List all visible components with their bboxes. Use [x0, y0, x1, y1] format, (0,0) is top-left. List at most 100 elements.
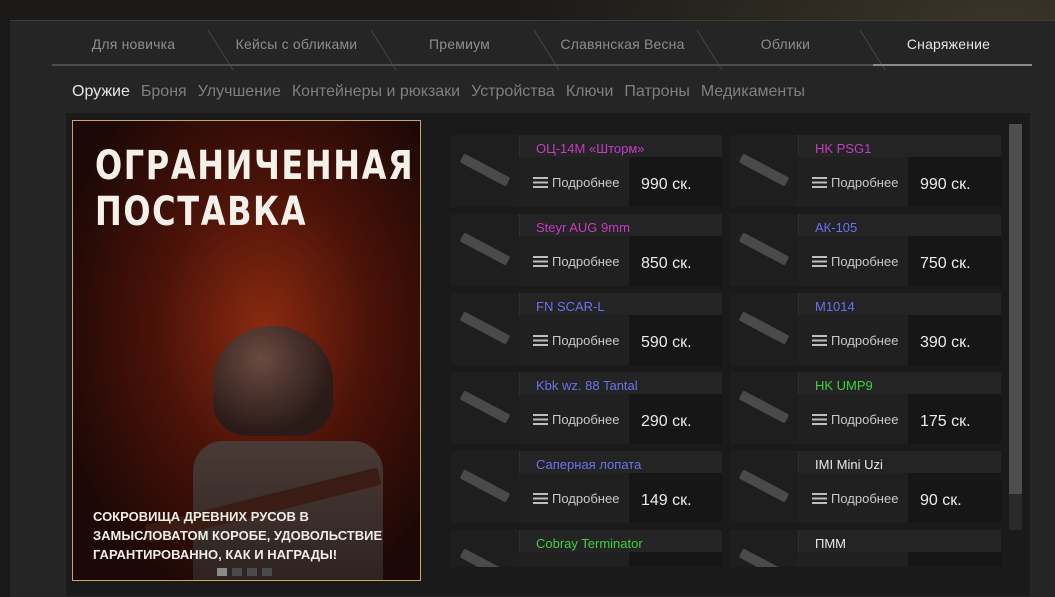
soldier-helmet-art	[213, 326, 333, 436]
item-thumbnail	[451, 214, 520, 286]
subcat-containers[interactable]: Контейнеры и рюкзаки	[292, 83, 460, 101]
subcat-weapons[interactable]: Оружие	[72, 83, 130, 101]
item-price: 750 ск.	[920, 255, 971, 272]
tab-label: Для новичка	[91, 36, 176, 52]
item-price: 990 ск.	[641, 176, 692, 193]
weapon-icon	[459, 232, 511, 266]
subcat-armor[interactable]: Броня	[141, 83, 187, 101]
carousel-dot[interactable]	[232, 568, 242, 576]
tab-premium[interactable]: Премиум	[378, 22, 541, 66]
item-card[interactable]: ОЦ-14М «Шторм» Подробнее 990 ск.	[451, 135, 722, 207]
menu-icon	[812, 493, 827, 504]
details-label: Подробнее	[831, 333, 899, 348]
details-label: Подробнее	[552, 254, 620, 269]
scrollbar-thumb[interactable]	[1009, 124, 1022, 494]
item-name: HK UMP9	[815, 378, 873, 393]
details-button[interactable]: Подробнее	[812, 175, 898, 190]
menu-icon	[812, 414, 827, 425]
details-button[interactable]: Подробнее	[533, 254, 619, 269]
item-card[interactable]: HK PSG1 Подробнее 990 ск.	[730, 135, 1001, 207]
item-name: АК-105	[815, 220, 858, 235]
item-name: M1014	[815, 299, 855, 314]
promo-title-line: ОГРАНИЧЕННАЯ	[95, 143, 415, 189]
item-thumbnail	[451, 135, 520, 207]
tab-slavic-spring[interactable]: Славянская Весна	[541, 22, 704, 66]
details-label: Подробнее	[552, 412, 620, 427]
details-area	[798, 552, 908, 567]
menu-icon	[533, 177, 548, 188]
details-label: Подробнее	[831, 175, 899, 190]
weapon-icon	[459, 390, 511, 424]
subcat-upgrade[interactable]: Улучшение	[198, 83, 281, 101]
item-card[interactable]: ПММПодробнее	[730, 530, 1001, 567]
tab-skins[interactable]: Облики	[704, 22, 867, 66]
tab-label: Славянская Весна	[560, 36, 685, 52]
details-button[interactable]: Подробнее	[533, 175, 619, 190]
price-box	[629, 552, 722, 567]
promo-banner[interactable]: ОГРАНИЧЕННАЯ ПОСТАВКА СОКРОВИЩА ДРЕВНИХ …	[72, 120, 421, 581]
item-card[interactable]: Саперная лопата Подробнее 149 ск.	[451, 451, 722, 523]
weapon-icon	[738, 469, 790, 503]
item-name: IMI Mini Uzi	[815, 457, 883, 472]
weapon-icon	[738, 548, 790, 567]
carousel-dot[interactable]	[247, 568, 257, 576]
carousel-dot[interactable]	[262, 568, 272, 576]
item-card[interactable]: FN SCAR-L Подробнее 590 ск.	[451, 293, 722, 365]
price-box	[908, 552, 1001, 567]
tab-newbie[interactable]: Для новичка	[52, 22, 215, 66]
item-card[interactable]: HK UMP9 Подробнее 175 ск.	[730, 372, 1001, 444]
menu-icon	[533, 335, 548, 346]
item-name: Steyr AUG 9mm	[536, 220, 630, 235]
weapon-icon	[738, 311, 790, 345]
details-button[interactable]: Подробнее	[812, 412, 898, 427]
active-tab-indicator	[873, 64, 1032, 66]
menu-icon	[812, 177, 827, 188]
details-label: Подробнее	[831, 491, 899, 506]
details-button[interactable]: Подробнее	[812, 333, 898, 348]
item-thumbnail	[730, 372, 799, 444]
item-card[interactable]: IMI Mini Uzi Подробнее 90 ск.	[730, 451, 1001, 523]
item-thumbnail	[730, 214, 799, 286]
item-card[interactable]: Kbk wz. 88 Tantal Подробнее 290 ск.	[451, 372, 722, 444]
carousel-dot[interactable]	[217, 568, 227, 576]
details-label: Подробнее	[831, 254, 899, 269]
weapon-icon	[459, 311, 511, 345]
item-card[interactable]: M1014 Подробнее 390 ск.	[730, 293, 1001, 365]
item-thumbnail	[451, 293, 520, 365]
weapon-icon	[459, 469, 511, 503]
item-name: ОЦ-14М «Шторм»	[536, 141, 645, 156]
item-price: 390 ск.	[920, 334, 971, 351]
promo-title: ОГРАНИЧЕННАЯ ПОСТАВКА	[95, 143, 415, 235]
item-card[interactable]: Cobray TerminatorПодробнее	[451, 530, 722, 567]
menu-icon	[533, 414, 548, 425]
subcat-medkits[interactable]: Медикаменты	[701, 83, 805, 101]
subcat-keys[interactable]: Ключи	[566, 83, 614, 101]
details-button[interactable]: Подробнее	[533, 333, 619, 348]
tab-equipment[interactable]: Снаряжение	[867, 22, 1030, 66]
item-name: ПММ	[815, 536, 847, 551]
item-price: 990 ск.	[920, 176, 971, 193]
tab-label: Премиум	[429, 36, 490, 52]
details-button[interactable]: Подробнее	[533, 491, 619, 506]
item-card[interactable]: АК-105 Подробнее 750 ск.	[730, 214, 1001, 286]
details-button[interactable]: Подробнее	[812, 254, 898, 269]
weapon-icon	[459, 153, 511, 187]
tab-skin-cases[interactable]: Кейсы с обликами	[215, 22, 378, 66]
subcategory-bar: Оружие Броня Улучшение Контейнеры и рюкз…	[72, 80, 805, 104]
promo-description: СОКРОВИЩА ДРЕВНИХ РУСОВ В ЗАМЫСЛОВАТОМ К…	[93, 509, 383, 562]
tab-label: Кейсы с обликами	[235, 36, 358, 52]
item-price: 175 ск.	[920, 413, 971, 430]
item-thumbnail	[451, 451, 520, 523]
item-card[interactable]: Steyr AUG 9mm Подробнее 850 ск.	[451, 214, 722, 286]
details-button[interactable]: Подробнее	[812, 491, 898, 506]
subcat-ammo[interactable]: Патроны	[624, 83, 690, 101]
details-label: Подробнее	[552, 333, 620, 348]
item-list: ОЦ-14М «Шторм» Подробнее 990 ск. HK PSG1 Под…	[451, 135, 1003, 567]
details-button[interactable]: Подробнее	[533, 412, 619, 427]
menu-icon	[812, 335, 827, 346]
item-thumbnail	[730, 530, 799, 567]
subcat-devices[interactable]: Устройства	[471, 83, 555, 101]
item-thumbnail	[730, 451, 799, 523]
weapon-icon	[459, 548, 511, 567]
weapon-icon	[738, 153, 790, 187]
